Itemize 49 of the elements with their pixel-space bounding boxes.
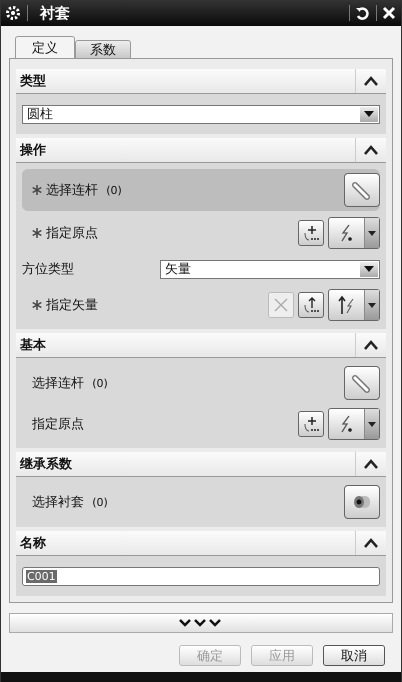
name-input-field[interactable]: C001 bbox=[22, 566, 380, 586]
section-title: 操作 bbox=[18, 142, 47, 159]
point-dialog-button[interactable] bbox=[298, 411, 324, 437]
section-header[interactable]: 基本 bbox=[16, 333, 386, 358]
reset-icon[interactable] bbox=[349, 5, 370, 21]
caret-up-icon bbox=[364, 340, 378, 350]
active-selection-row[interactable]: 选择连杆 (0) bbox=[22, 169, 380, 211]
selection-label: 选择连杆 (0) bbox=[46, 182, 122, 199]
select-link-button[interactable] bbox=[344, 173, 380, 207]
section-title: 继承系数 bbox=[18, 456, 73, 473]
select-bushing-button[interactable] bbox=[344, 485, 380, 519]
tab[interactable]: 定义 bbox=[15, 36, 75, 58]
selection-label: 选择连杆 (0) bbox=[32, 375, 108, 392]
close-icon[interactable] bbox=[376, 5, 397, 21]
chevrons-down-icon bbox=[178, 618, 224, 628]
link-bar-icon bbox=[351, 179, 373, 201]
link-bar-icon bbox=[351, 372, 373, 394]
section-header[interactable]: 继承系数 bbox=[16, 452, 386, 477]
section-header[interactable]: 操作 bbox=[16, 138, 386, 163]
caret-up-icon bbox=[364, 538, 378, 548]
selection-label: 指定原点 bbox=[32, 416, 84, 433]
plus-icon bbox=[302, 415, 320, 433]
orientation-dropdown[interactable]: 矢量 bbox=[160, 260, 380, 278]
cross-arrows-icon bbox=[272, 296, 290, 314]
section-title: 名称 bbox=[18, 535, 47, 552]
dialog-button[interactable]: 取消 bbox=[323, 645, 385, 666]
plus-icon bbox=[302, 224, 320, 242]
vector-dialog-button[interactable] bbox=[298, 292, 324, 318]
select-link-button[interactable] bbox=[344, 366, 380, 400]
tab[interactable]: 系数 bbox=[75, 40, 131, 58]
caret-up-icon bbox=[364, 76, 378, 86]
section-title: 基本 bbox=[19, 337, 47, 354]
field-label: 方位类型 bbox=[22, 261, 75, 278]
caret-up-icon bbox=[364, 459, 378, 469]
inferred-point-button[interactable] bbox=[328, 408, 380, 440]
arrow-up-icon bbox=[302, 296, 320, 314]
section-header[interactable]: 名称 bbox=[16, 531, 386, 556]
section-title: 类型 bbox=[18, 73, 47, 90]
caret-up-icon bbox=[364, 145, 378, 155]
selection-label: 选择衬套 (0) bbox=[32, 494, 108, 511]
inferred-point-button[interactable] bbox=[328, 217, 380, 249]
window-title: 衬套 bbox=[38, 4, 71, 22]
selection-label: 指定矢量 bbox=[46, 297, 98, 314]
section-header[interactable]: 类型 bbox=[16, 69, 386, 94]
type-dropdown[interactable]: 圆柱 bbox=[22, 104, 380, 124]
settings-icon[interactable] bbox=[5, 5, 28, 21]
point-dialog-button[interactable] bbox=[298, 220, 324, 246]
selection-label: 指定原点 bbox=[46, 225, 98, 242]
inferred-vector-button[interactable] bbox=[328, 289, 380, 321]
